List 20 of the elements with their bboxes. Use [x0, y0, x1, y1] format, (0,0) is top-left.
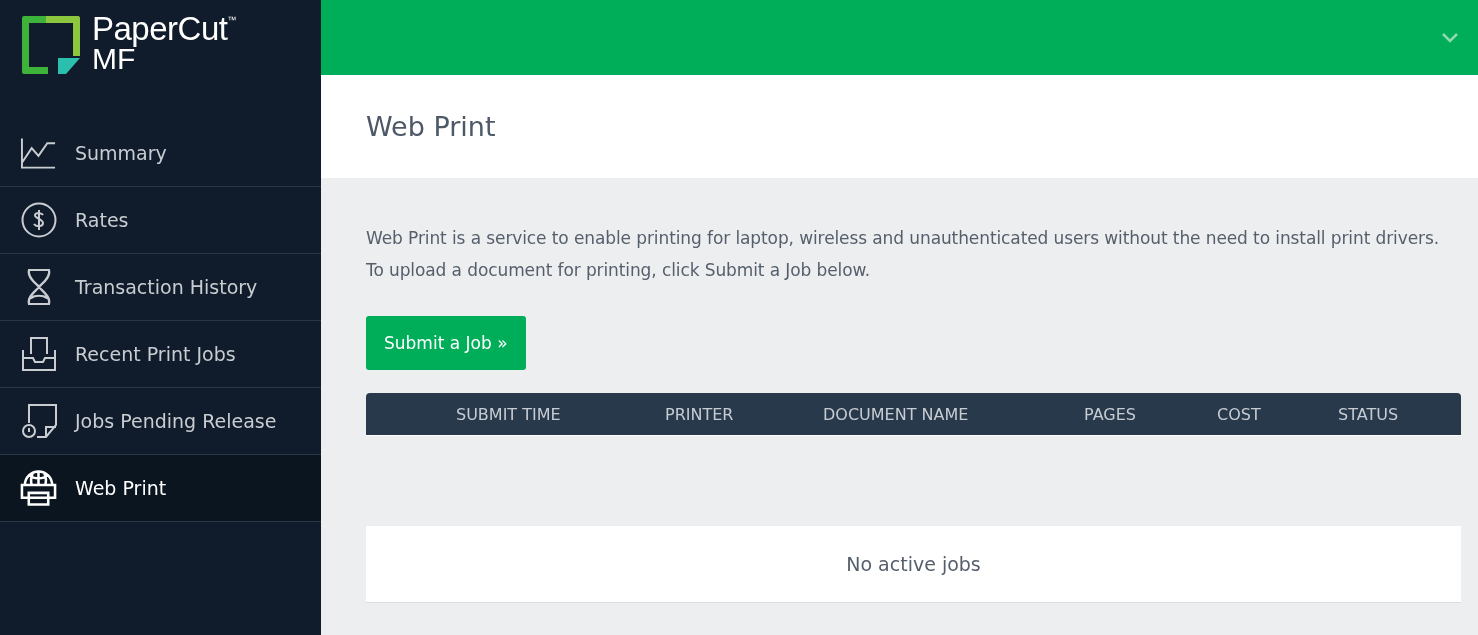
dollar-coin-icon [20, 202, 57, 238]
line-chart-icon [20, 136, 57, 170]
empty-message: No active jobs [846, 553, 981, 575]
sidebar-item[interactable]: Web Print [0, 455, 321, 522]
document-clock-icon [20, 403, 57, 439]
tray-icon [20, 336, 57, 372]
column-header: PAGES [1084, 404, 1137, 424]
column-header: COST [1217, 404, 1262, 424]
sidebar-item[interactable]: Rates [0, 187, 321, 254]
chevron-down-icon[interactable] [1442, 32, 1458, 43]
intro-text: Web Print is a service to enable printing for laptop, wireless and unauthenticated users without the need to install print drivers. To upload a document for printing, click Submit a Job below. [366, 227, 1440, 282]
column-header: DOCUMENT NAME [823, 404, 970, 424]
page-title: Web Print [366, 111, 496, 142]
globe-printer-icon [20, 469, 57, 507]
sidebar-item[interactable]: Recent Print Jobs [0, 321, 321, 388]
column-header: SUBMIT TIME [456, 404, 562, 424]
column-header: PRINTER [665, 404, 735, 424]
logo-icon [20, 14, 82, 76]
sidebar-item[interactable]: Transaction History [0, 254, 321, 321]
column-header: STATUS [1338, 404, 1400, 424]
